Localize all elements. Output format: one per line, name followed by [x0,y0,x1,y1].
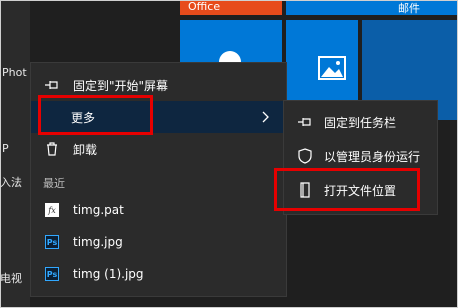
recent-heading: 最近 [43,177,65,190]
chevron-right-icon [262,111,269,123]
app-label-p[interactable]: P [2,142,9,155]
submenu-item-open-file-location[interactable]: 打开文件位置 [284,175,437,205]
trash-icon [43,140,61,158]
submenu-item-run-as-admin[interactable]: 以管理员身份运行 [284,141,437,171]
recent-item[interactable]: Ps timg.jpg [31,226,286,258]
pin-start-label: 固定到"开始"屏幕 [73,78,169,93]
shield-icon [296,147,314,165]
file-location-icon [296,181,314,199]
recent-item[interactable]: fx timg.pat [31,194,286,226]
recent-item-label: timg (1).jpg [73,267,144,281]
pin-icon [43,76,61,94]
uninstall-label: 卸载 [73,142,98,157]
more-submenu: 固定到任务栏 以管理员身份运行 打开文件位置 [283,100,438,215]
submenu-item-pin-taskbar[interactable]: 固定到任务栏 [284,107,437,137]
fx-icon: fx [43,201,61,219]
ps-icon: Ps [43,265,61,283]
recent-item-label: timg.jpg [73,235,123,249]
tile-mail-text: 邮件 [398,2,420,15]
more-label: 更多 [71,110,96,125]
pin-taskbar-label: 固定到任务栏 [324,115,397,130]
tile-mail[interactable] [286,0,458,15]
pin-icon [296,113,314,131]
menu-item-pin-start[interactable]: 固定到"开始"屏幕 [31,69,286,101]
app-label-input[interactable]: 入法 [0,174,22,190]
tile-office-text: Office [188,0,221,13]
menu-item-more[interactable]: 更多 [31,101,286,133]
app-label-tv[interactable]: 电视 [0,270,22,286]
ps-icon: Ps [43,233,61,251]
recent-item[interactable]: Ps timg (1).jpg [31,258,286,290]
context-menu: 固定到"开始"屏幕 更多 卸载 最近 fx timg.pat Ps timg.j… [30,62,287,297]
menu-item-uninstall[interactable]: 卸载 [31,133,286,165]
recent-item-label: timg.pat [73,203,124,217]
photos-icon [318,56,346,80]
run-as-admin-label: 以管理员身份运行 [324,149,421,164]
app-label-photoshop[interactable]: Phot [2,66,27,79]
open-file-location-label: 打开文件位置 [324,183,397,198]
